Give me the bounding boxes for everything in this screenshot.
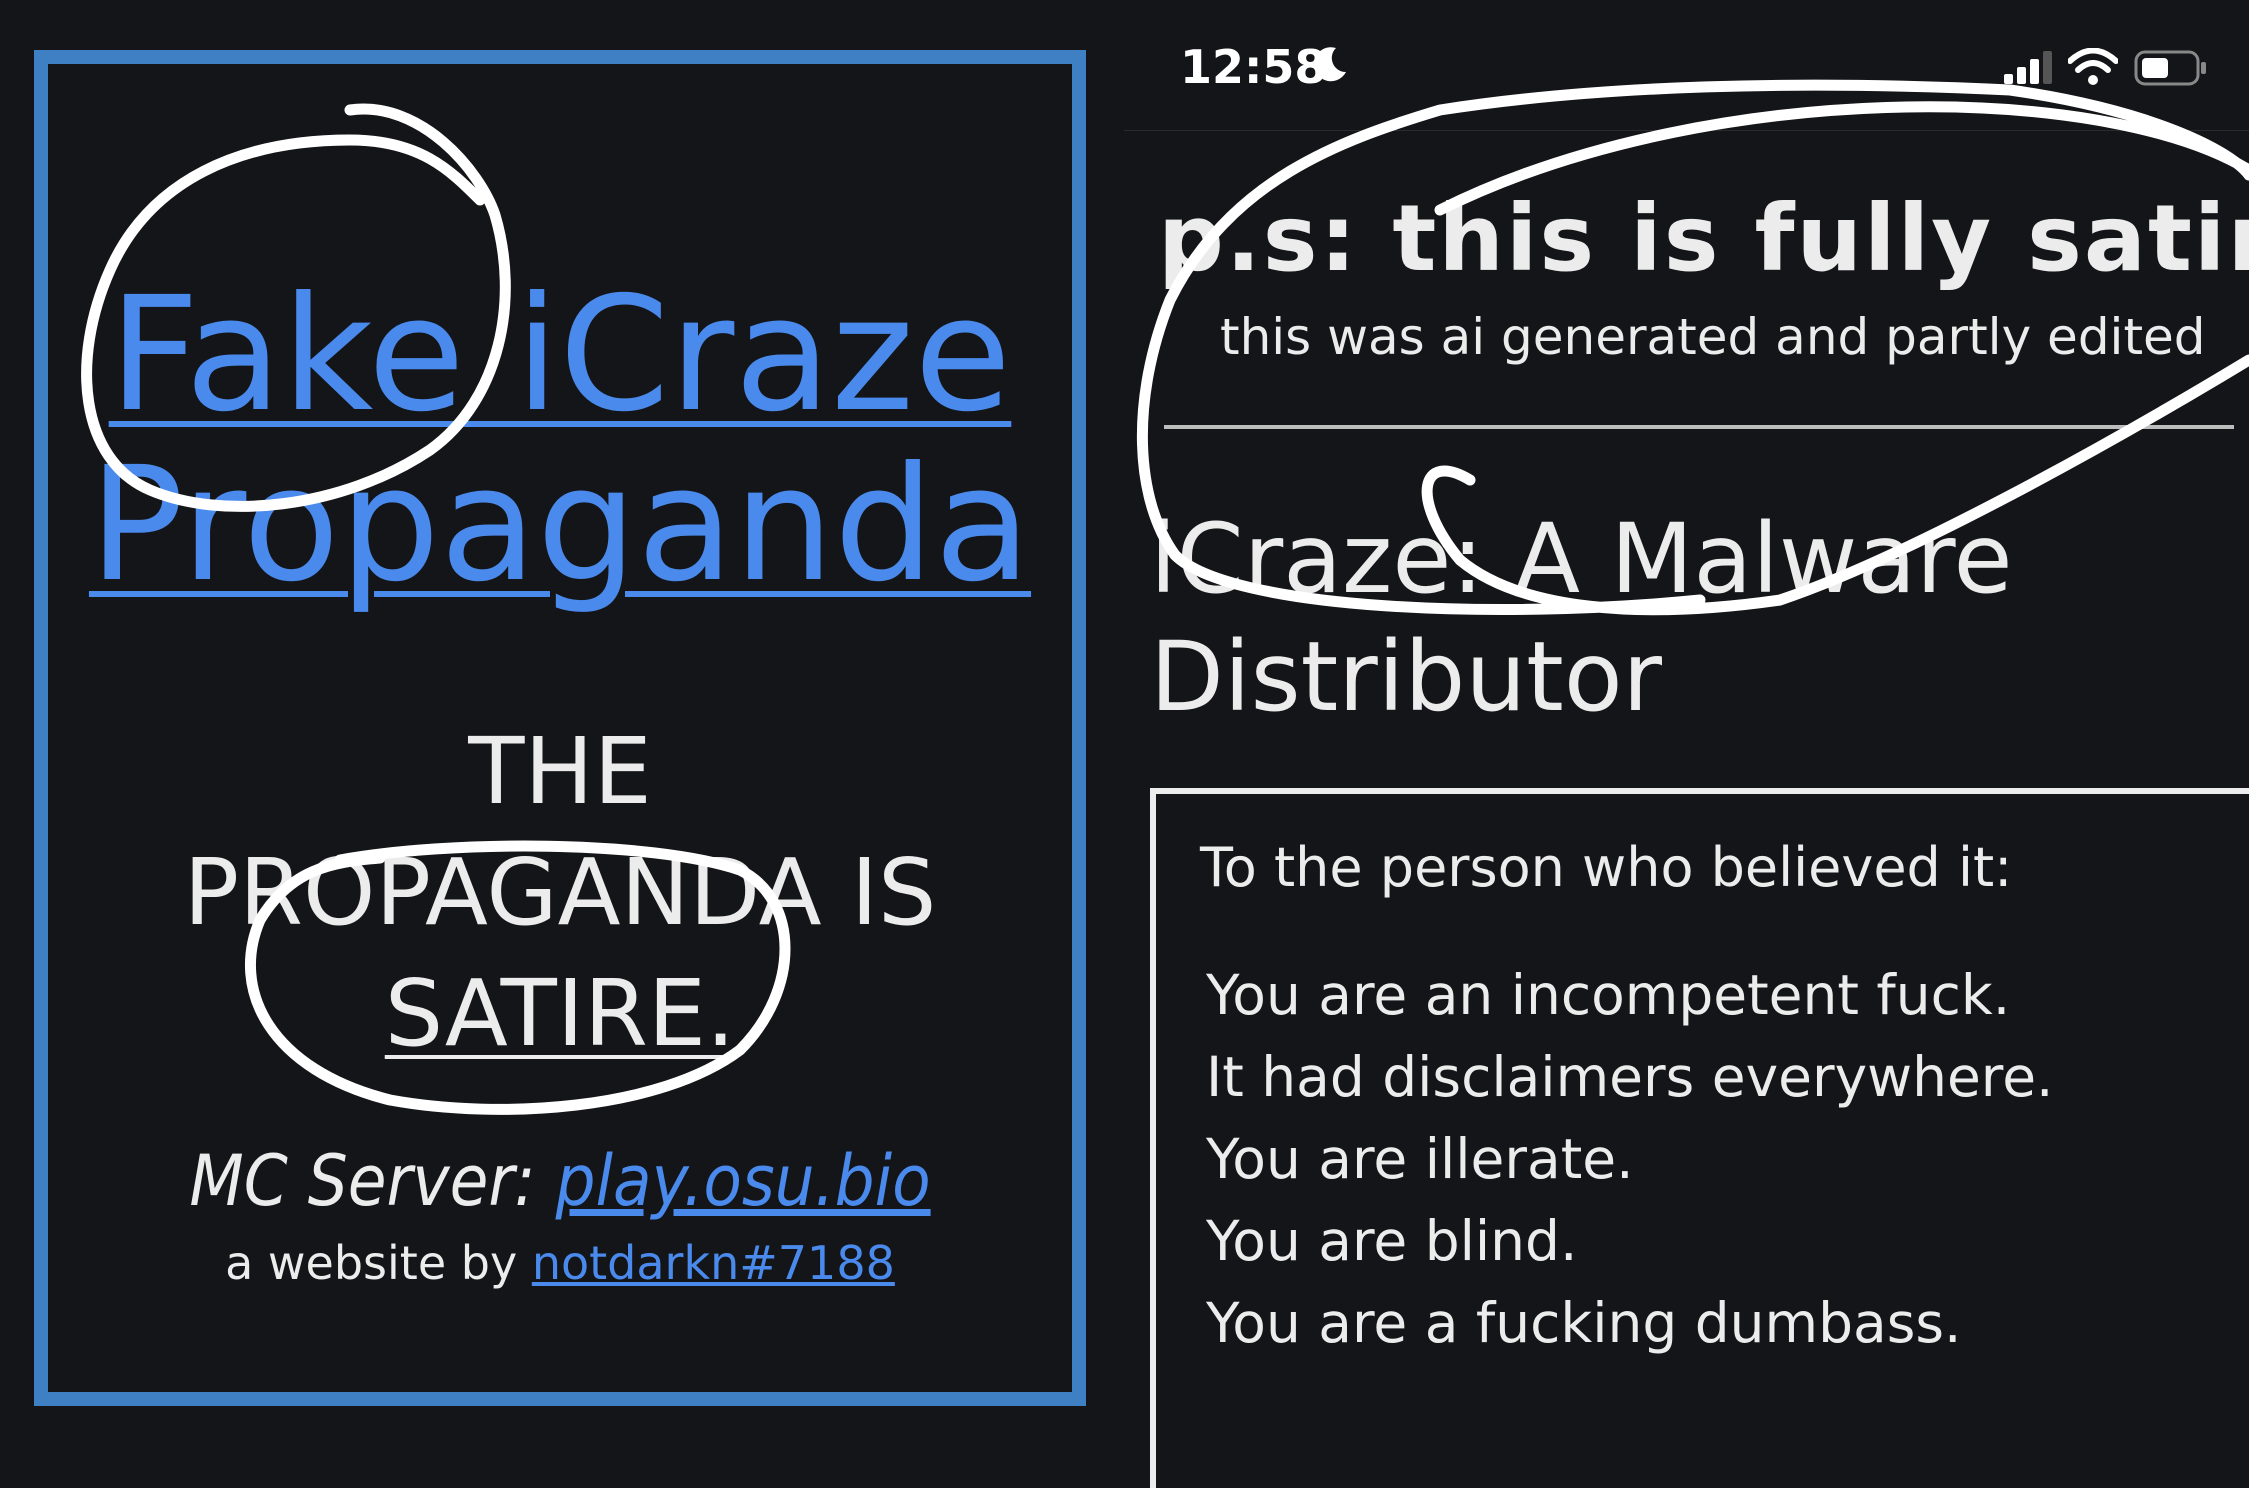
ai-generated-notice: this was ai generated and partly edited (1220, 308, 2206, 366)
statement-line-1: THE (468, 718, 652, 825)
moon-icon (1313, 47, 1346, 82)
site-title-link-line-2[interactable]: Propaganda (48, 446, 1072, 604)
message-line: You are illerate. (1206, 1127, 1634, 1191)
credit-link[interactable]: notdarkn#7188 (532, 1236, 895, 1290)
message-line: It had disclaimers everywhere. (1206, 1045, 2054, 1109)
right-screenshot-panel: 12:58 p.s: this is fully satire this was… (1124, 0, 2249, 1488)
mc-server-line: MC Server: play.osu.bio (48, 1140, 1072, 1222)
satire-notice-heading: p.s: this is fully satire (1158, 185, 2249, 292)
cellular-signal-icon (2004, 51, 2052, 84)
message-heading: To the person who believed it: (1200, 836, 2013, 899)
message-line: You are blind. (1206, 1209, 1578, 1273)
mc-server-link[interactable]: play.osu.bio (555, 1140, 930, 1222)
wifi-icon (2068, 48, 2118, 85)
mc-server-label: MC Server: (189, 1140, 556, 1222)
statement-line-2: PROPAGANDA IS (183, 839, 937, 946)
site-title-link-line-1[interactable]: Fake iCraze (48, 276, 1072, 434)
battery-icon (2134, 50, 2206, 86)
message-line: You are an incompetent fuck. (1206, 963, 2011, 1027)
status-clock: 12:58 (1180, 40, 1327, 94)
credit-label: a website by (225, 1236, 532, 1290)
credit-line: a website by notdarkn#7188 (48, 1236, 1072, 1290)
message-line: You are a fucking dumbass. (1206, 1291, 1962, 1355)
phone-status-bar: 12:58 (1124, 0, 2249, 131)
article-title: iCraze: A Malware Distributor (1150, 503, 2013, 733)
divider (1164, 425, 2234, 429)
message-box: To the person who believed it: You are a… (1150, 788, 2249, 1488)
statement-satire-word: SATIRE. (384, 960, 736, 1067)
message-lines: You are an incompetent fuck. It had disc… (1206, 954, 2054, 1364)
left-screenshot-panel: Fake iCraze Propaganda THE PROPAGANDA IS… (34, 50, 1086, 1406)
